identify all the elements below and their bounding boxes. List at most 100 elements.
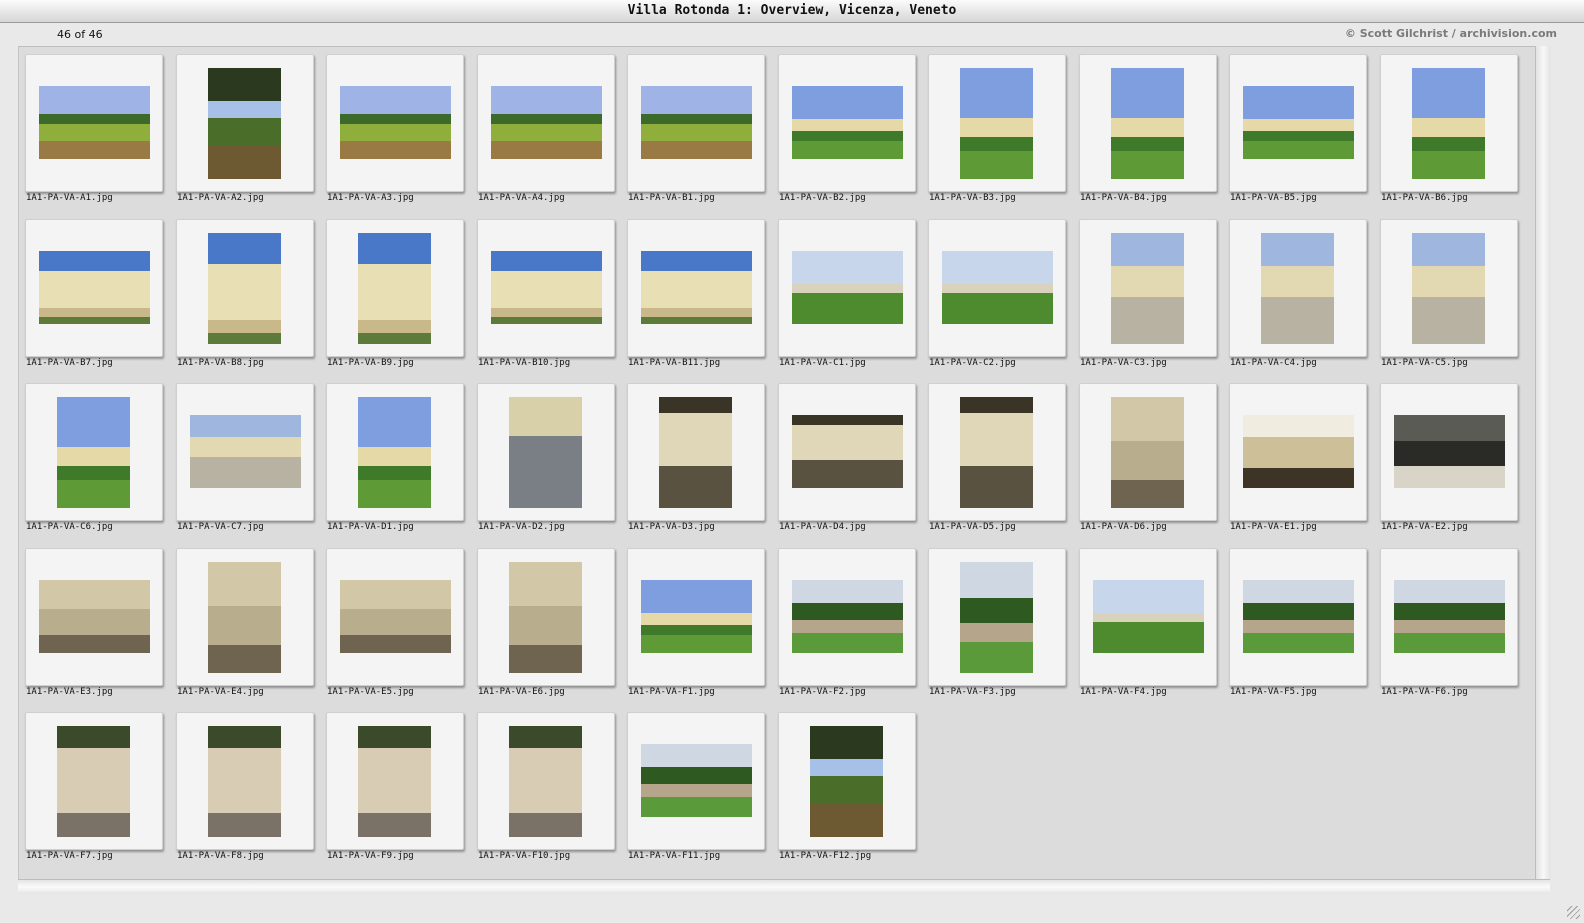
thumbnail-item[interactable]: 1A1-PA-VA-D6.jpg: [1079, 383, 1229, 545]
thumbnail-item[interactable]: 1A1-PA-VA-E5.jpg: [326, 548, 476, 710]
thumbnail-item[interactable]: 1A1-PA-VA-F12.jpg: [778, 712, 928, 874]
thumbnail-item[interactable]: 1A1-PA-VA-E3.jpg: [25, 548, 175, 710]
slide-mount[interactable]: [627, 712, 765, 850]
slide-mount[interactable]: [1380, 383, 1518, 521]
vertical-scrollbar[interactable]: [1535, 46, 1551, 879]
thumbnail-item[interactable]: 1A1-PA-VA-B8.jpg: [176, 219, 326, 381]
thumbnail-item[interactable]: 1A1-PA-VA-F2.jpg: [778, 548, 928, 710]
thumbnail-filename: 1A1-PA-VA-F2.jpg: [779, 687, 866, 697]
slide-mount[interactable]: [778, 712, 916, 850]
thumbnail-item[interactable]: 1A1-PA-VA-F3.jpg: [928, 548, 1078, 710]
slide-mount[interactable]: [477, 219, 615, 357]
thumbnail-item[interactable]: 1A1-PA-VA-C2.jpg: [928, 219, 1078, 381]
slide-mount[interactable]: [1380, 548, 1518, 686]
slide-mount[interactable]: [928, 219, 1066, 357]
horizontal-scrollbar[interactable]: [18, 879, 1550, 894]
slide-mount[interactable]: [1380, 54, 1518, 192]
thumbnail-item[interactable]: 1A1-PA-VA-F11.jpg: [627, 712, 777, 874]
slide-mount[interactable]: [326, 383, 464, 521]
thumbnail-item[interactable]: 1A1-PA-VA-F4.jpg: [1079, 548, 1229, 710]
thumbnail-item[interactable]: 1A1-PA-VA-D4.jpg: [778, 383, 928, 545]
thumbnail-item[interactable]: 1A1-PA-VA-D5.jpg: [928, 383, 1078, 545]
thumbnail-item[interactable]: 1A1-PA-VA-C4.jpg: [1229, 219, 1379, 381]
slide-mount[interactable]: [25, 712, 163, 850]
thumbnail-item[interactable]: 1A1-PA-VA-D2.jpg: [477, 383, 627, 545]
thumbnail-item[interactable]: 1A1-PA-VA-F9.jpg: [326, 712, 476, 874]
slide-mount[interactable]: [477, 383, 615, 521]
slide-mount[interactable]: [326, 219, 464, 357]
thumbnail-item[interactable]: 1A1-PA-VA-F8.jpg: [176, 712, 326, 874]
thumbnail-item[interactable]: 1A1-PA-VA-E4.jpg: [176, 548, 326, 710]
slide-mount[interactable]: [627, 54, 765, 192]
slide-mount[interactable]: [25, 383, 163, 521]
slide-mount[interactable]: [326, 548, 464, 686]
thumbnail-item[interactable]: 1A1-PA-VA-A1.jpg: [25, 54, 175, 216]
slide-mount[interactable]: [176, 712, 314, 850]
thumbnail-image: [1412, 68, 1485, 179]
thumbnail-item[interactable]: 1A1-PA-VA-B5.jpg: [1229, 54, 1379, 216]
slide-mount[interactable]: [25, 54, 163, 192]
slide-mount[interactable]: [326, 54, 464, 192]
slide-mount[interactable]: [1079, 54, 1217, 192]
slide-mount[interactable]: [477, 54, 615, 192]
slide-mount[interactable]: [1229, 219, 1367, 357]
thumbnail-item[interactable]: 1A1-PA-VA-A3.jpg: [326, 54, 476, 216]
thumbnail-item[interactable]: 1A1-PA-VA-E2.jpg: [1380, 383, 1530, 545]
slide-mount[interactable]: [778, 54, 916, 192]
resize-grip-icon[interactable]: [1567, 906, 1580, 919]
slide-mount[interactable]: [176, 383, 314, 521]
thumbnail-item[interactable]: 1A1-PA-VA-D3.jpg: [627, 383, 777, 545]
thumbnail-item[interactable]: 1A1-PA-VA-B11.jpg: [627, 219, 777, 381]
slide-mount[interactable]: [25, 219, 163, 357]
thumbnail-item[interactable]: 1A1-PA-VA-F1.jpg: [627, 548, 777, 710]
thumbnail-item[interactable]: 1A1-PA-VA-C6.jpg: [25, 383, 175, 545]
slide-mount[interactable]: [627, 548, 765, 686]
slide-mount[interactable]: [778, 219, 916, 357]
slide-mount[interactable]: [1229, 54, 1367, 192]
slide-mount[interactable]: [1229, 383, 1367, 521]
thumbnail-filename: 1A1-PA-VA-B5.jpg: [1230, 193, 1317, 203]
thumbnail-item[interactable]: 1A1-PA-VA-A2.jpg: [176, 54, 326, 216]
thumbnail-item[interactable]: 1A1-PA-VA-A4.jpg: [477, 54, 627, 216]
slide-mount[interactable]: [477, 712, 615, 850]
thumbnail-item[interactable]: 1A1-PA-VA-F5.jpg: [1229, 548, 1379, 710]
slide-mount[interactable]: [627, 383, 765, 521]
thumbnail-item[interactable]: 1A1-PA-VA-B2.jpg: [778, 54, 928, 216]
slide-mount[interactable]: [1380, 219, 1518, 357]
thumbnail-item[interactable]: 1A1-PA-VA-B3.jpg: [928, 54, 1078, 216]
slide-mount[interactable]: [25, 548, 163, 686]
slide-mount[interactable]: [778, 383, 916, 521]
slide-mount[interactable]: [1079, 383, 1217, 521]
slide-mount[interactable]: [928, 383, 1066, 521]
thumbnail-item[interactable]: 1A1-PA-VA-F7.jpg: [25, 712, 175, 874]
slide-mount[interactable]: [326, 712, 464, 850]
thumbnail-item[interactable]: 1A1-PA-VA-B10.jpg: [477, 219, 627, 381]
slide-mount[interactable]: [1079, 219, 1217, 357]
thumbnail-item[interactable]: 1A1-PA-VA-F10.jpg: [477, 712, 627, 874]
slide-mount[interactable]: [477, 548, 615, 686]
slide-mount[interactable]: [1079, 548, 1217, 686]
thumbnail-item[interactable]: 1A1-PA-VA-C7.jpg: [176, 383, 326, 545]
thumbnail-item[interactable]: 1A1-PA-VA-E1.jpg: [1229, 383, 1379, 545]
thumbnail-item[interactable]: 1A1-PA-VA-B6.jpg: [1380, 54, 1530, 216]
thumbnail-item[interactable]: 1A1-PA-VA-C3.jpg: [1079, 219, 1229, 381]
thumbnail-item[interactable]: 1A1-PA-VA-D1.jpg: [326, 383, 476, 545]
slide-mount[interactable]: [1229, 548, 1367, 686]
thumbnail-item[interactable]: 1A1-PA-VA-C1.jpg: [778, 219, 928, 381]
slide-mount[interactable]: [928, 54, 1066, 192]
thumbnail-panel[interactable]: 1A1-PA-VA-A1.jpg 1A1-PA-VA-A2.jpg 1A1-PA-V…: [18, 46, 1536, 879]
slide-mount[interactable]: [176, 219, 314, 357]
thumbnail-item[interactable]: 1A1-PA-VA-B9.jpg: [326, 219, 476, 381]
slide-mount[interactable]: [627, 219, 765, 357]
thumbnail-item[interactable]: 1A1-PA-VA-F6.jpg: [1380, 548, 1530, 710]
thumbnail-item[interactable]: 1A1-PA-VA-E6.jpg: [477, 548, 627, 710]
thumbnail-item[interactable]: 1A1-PA-VA-B7.jpg: [25, 219, 175, 381]
thumbnail-item[interactable]: 1A1-PA-VA-C5.jpg: [1380, 219, 1530, 381]
thumbnail-image: [792, 415, 903, 488]
slide-mount[interactable]: [176, 54, 314, 192]
slide-mount[interactable]: [176, 548, 314, 686]
thumbnail-item[interactable]: 1A1-PA-VA-B4.jpg: [1079, 54, 1229, 216]
slide-mount[interactable]: [778, 548, 916, 686]
thumbnail-item[interactable]: 1A1-PA-VA-B1.jpg: [627, 54, 777, 216]
slide-mount[interactable]: [928, 548, 1066, 686]
